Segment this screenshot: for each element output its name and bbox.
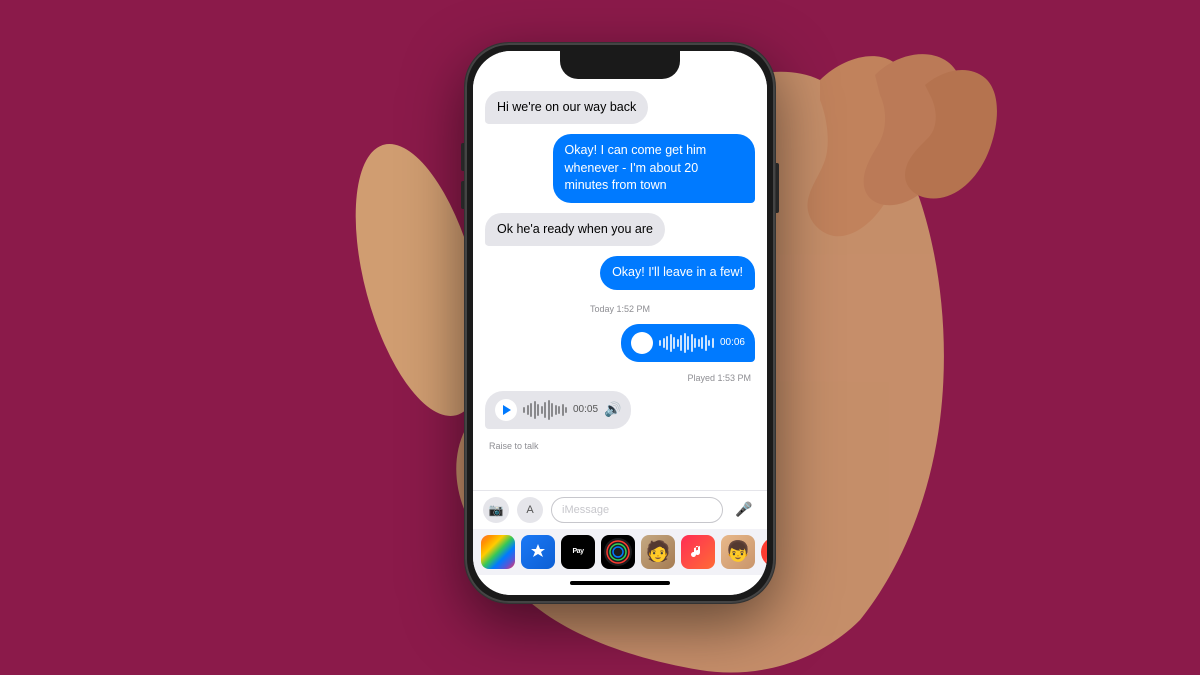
music-app-icon[interactable] xyxy=(681,535,715,569)
camera-icon[interactable]: 📷 xyxy=(483,497,509,523)
wave-bar xyxy=(684,333,686,353)
wave-bar xyxy=(537,404,539,416)
bubble-incoming-3: Ok he'a ready when you are xyxy=(485,213,665,247)
photos-app-icon[interactable] xyxy=(481,535,515,569)
timestamp: Today 1:52 PM xyxy=(485,304,755,314)
power-button[interactable] xyxy=(775,163,779,213)
input-area: 📷 A iMessage 🎤 xyxy=(473,490,767,529)
played-label: Played 1:53 PM xyxy=(485,373,755,383)
audio-time-out: 00:06 xyxy=(720,337,745,348)
play-button-in[interactable] xyxy=(495,399,517,421)
message-row-4: Okay! I'll leave in a few! xyxy=(485,256,755,290)
wave-bar xyxy=(708,340,710,346)
audio-bubble-incoming[interactable]: 00:05 🔊 xyxy=(485,391,631,429)
play-icon-in xyxy=(503,405,511,415)
speaker-icon: 🔊 xyxy=(604,401,621,418)
wave-bar xyxy=(548,400,550,420)
memoji1-app-icon[interactable]: 🧑 xyxy=(641,535,675,569)
wave-bar xyxy=(701,337,703,349)
wave-bar xyxy=(659,340,661,346)
wave-bar xyxy=(544,402,546,418)
play-icon-out xyxy=(639,338,647,348)
wave-bar xyxy=(670,334,672,352)
home-indicator xyxy=(473,575,767,595)
wave-bar xyxy=(541,406,543,414)
messages-area: Hi we're on our way back Okay! I can com… xyxy=(473,51,767,490)
wave-bar xyxy=(687,336,689,350)
notch xyxy=(560,51,680,79)
wave-bar xyxy=(558,406,560,414)
wave-bar xyxy=(666,336,668,350)
wave-bar xyxy=(555,405,557,415)
imessage-placeholder: iMessage xyxy=(562,504,609,516)
audio-incoming-row: 00:05 🔊 xyxy=(485,391,755,429)
wave-bar xyxy=(680,335,682,351)
bubble-text-4: Okay! I'll leave in a few! xyxy=(612,265,743,279)
appstore-app-icon[interactable] xyxy=(521,535,555,569)
waveform-out xyxy=(659,333,714,353)
bubble-text-2: Okay! I can come get him whenever - I'm … xyxy=(565,143,707,192)
wave-bar xyxy=(712,338,714,348)
bubble-outgoing-2: Okay! I can come get him whenever - I'm … xyxy=(553,134,756,203)
wave-bar xyxy=(523,407,525,413)
wave-bar xyxy=(527,405,529,415)
raise-to-talk-label: Raise to talk xyxy=(485,441,755,451)
wave-bar xyxy=(565,407,567,413)
message-row-1: Hi we're on our way back xyxy=(485,91,755,125)
play-button-out[interactable] xyxy=(631,332,653,354)
wave-bar xyxy=(694,338,696,348)
waveform-in xyxy=(523,400,567,420)
bubble-incoming-1: Hi we're on our way back xyxy=(485,91,648,125)
phone-wrapper: Hi we're on our way back Okay! I can com… xyxy=(425,73,775,603)
phone-screen: Hi we're on our way back Okay! I can com… xyxy=(473,51,767,595)
appstore-icon-input[interactable]: A xyxy=(517,497,543,523)
microphone-icon[interactable]: 🎤 xyxy=(731,497,757,523)
message-row-2: Okay! I can come get him whenever - I'm … xyxy=(485,134,755,203)
message-row-3: Ok he'a ready when you are xyxy=(485,213,755,247)
wave-bar xyxy=(562,404,564,416)
wave-bar xyxy=(705,335,707,351)
memoji2-app-icon[interactable]: 👦 xyxy=(721,535,755,569)
fitness-app-icon[interactable] xyxy=(601,535,635,569)
wave-bar xyxy=(534,401,536,419)
wave-bar xyxy=(677,339,679,347)
wave-bar xyxy=(530,403,532,417)
red-button-icon[interactable]: › xyxy=(761,537,767,567)
wave-bar xyxy=(673,337,675,349)
bubble-outgoing-4: Okay! I'll leave in a few! xyxy=(600,256,755,290)
wave-bar xyxy=(663,338,665,348)
wave-bar xyxy=(691,334,693,352)
phone-container: Hi we're on our way back Okay! I can com… xyxy=(465,43,775,603)
bubble-text-1: Hi we're on our way back xyxy=(497,100,636,114)
app-strip: Pay 🧑 👦 › xyxy=(473,529,767,575)
home-bar xyxy=(570,581,670,585)
audio-time-in: 00:05 xyxy=(573,404,598,415)
wave-bar xyxy=(551,403,553,417)
audio-bubble-outgoing[interactable]: 00:06 xyxy=(621,324,755,362)
applepay-app-icon[interactable]: Pay xyxy=(561,535,595,569)
bubble-text-3: Ok he'a ready when you are xyxy=(497,222,653,236)
audio-outgoing-row: 00:06 xyxy=(485,324,755,362)
imessage-input[interactable]: iMessage xyxy=(551,497,723,523)
wave-bar xyxy=(698,339,700,347)
